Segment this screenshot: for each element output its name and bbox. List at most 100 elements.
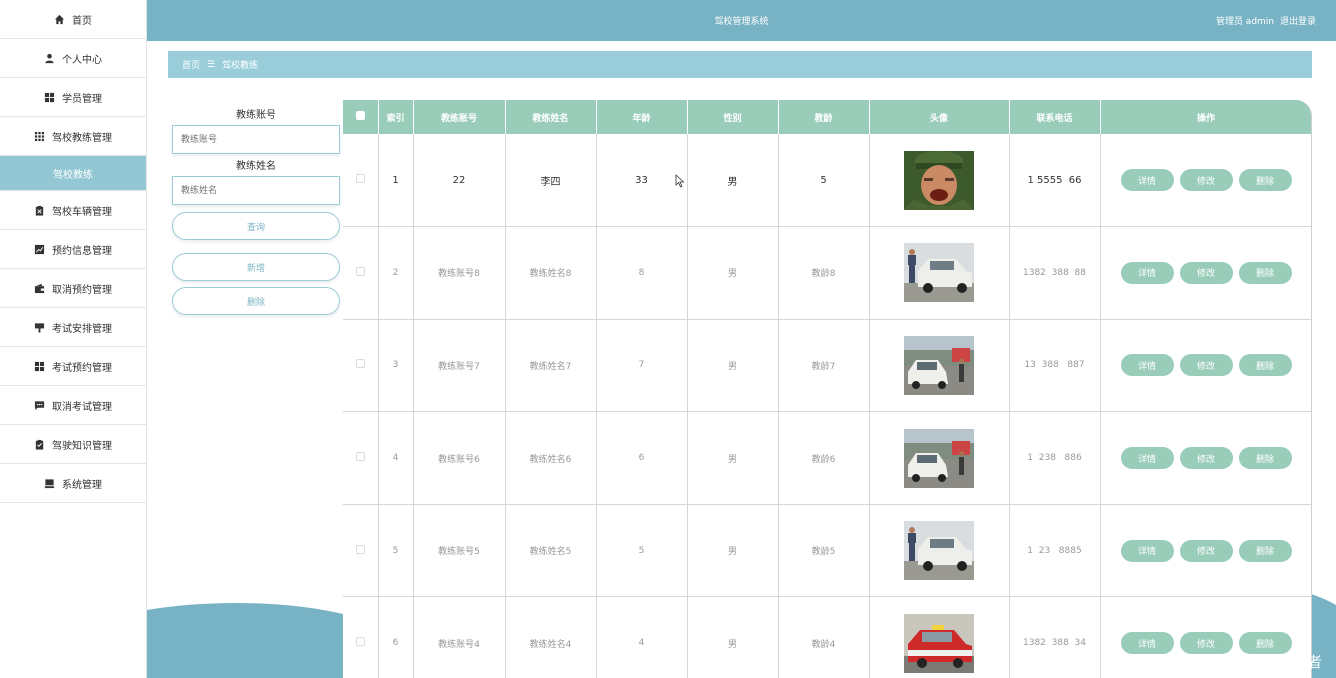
table-row[interactable]: 5 教练账号5 教练姓名5 5 男教龄5 1 23 8885 详情 修改 删除 [343, 504, 1311, 598]
cell-name: 教练姓名7 [505, 319, 597, 413]
add-button[interactable]: 新增 [172, 253, 340, 281]
account-label: 教练账号 [236, 110, 276, 121]
cell-phone: 13 388 887 [1009, 319, 1101, 413]
row-checkbox[interactable] [355, 452, 365, 462]
logout-link[interactable]: 退出登录 [1280, 14, 1316, 27]
delete-button[interactable]: 删除 [1238, 447, 1292, 470]
detail-button[interactable]: 详情 [1120, 632, 1174, 655]
row-checkbox[interactable] [355, 266, 365, 276]
select-all-checkbox-cell[interactable] [343, 100, 379, 134]
edit-button[interactable]: 修改 [1179, 447, 1233, 470]
checklist-icon [34, 439, 45, 450]
cell-index: 6 [378, 596, 414, 678]
row-checkbox-cell[interactable] [343, 134, 379, 228]
watermark-text: CSDN @疯狂行者 [1199, 653, 1322, 671]
sidebar-item-label: 驾驶知识管理 [52, 440, 112, 452]
cell-account: 22 [413, 134, 506, 228]
cell-gender: 男 [687, 411, 779, 505]
query-button[interactable]: 查询 [172, 212, 340, 240]
sidebar-item-7[interactable]: 取消预约管理 [0, 269, 146, 308]
row-checkbox[interactable] [355, 544, 365, 554]
sidebar-item-2[interactable]: 学员管理 [0, 78, 146, 117]
edit-button[interactable]: 修改 [1179, 169, 1233, 192]
sidebar-item-label: 驾校教练管理 [52, 132, 112, 144]
sidebar: 首页个人中心学员管理驾校教练管理驾校教练 驾校车辆管理 预约信息管理取消预约管理考试… [0, 0, 147, 678]
edit-button[interactable]: 修改 [1179, 539, 1233, 562]
cell-account: 教练账号5 [413, 504, 506, 598]
account-input[interactable] [172, 125, 340, 154]
cell-age: 6 [596, 411, 688, 505]
table-row[interactable]: 1 22 李四 33 男 5 1 5555 66 详情 修改 删除 [343, 134, 1311, 228]
sidebar-item-0[interactable]: 首页 [0, 0, 146, 39]
name-input[interactable] [172, 176, 340, 205]
row-checkbox[interactable] [355, 174, 365, 184]
table-row[interactable]: 6 教练账号4 教练姓名4 4 男教龄4 1382 388 34 详情 修改 删除 [343, 596, 1311, 678]
cell-name: 教练姓名4 [505, 596, 597, 678]
sidebar-item-12[interactable]: 系统管理 [0, 464, 146, 503]
cell-name: 李四 [505, 134, 597, 228]
row-checkbox-cell[interactable] [343, 411, 379, 505]
cell-avatar [869, 226, 1010, 320]
cell-phone: 1 5555 66 [1009, 134, 1101, 228]
detail-button[interactable]: 详情 [1120, 539, 1174, 562]
delete-button[interactable]: 删除 [1238, 261, 1292, 284]
cell-phone: 1382 388 88 [1009, 226, 1101, 320]
cell-index: 2 [378, 226, 414, 320]
home-icon [54, 14, 65, 25]
cell-phone: 1382 388 34 [1009, 596, 1101, 678]
table-row[interactable]: 3 教练账号7 教练姓名7 7 男教龄7 13 388 887 详情 修改 删除 [343, 319, 1311, 413]
row-checkbox[interactable] [355, 359, 365, 369]
detail-button[interactable]: 详情 [1120, 169, 1174, 192]
current-user: 管理员 admin [1215, 17, 1274, 27]
wallet-icon [34, 283, 45, 294]
sidebar-item-10[interactable]: 取消考试管理 [0, 386, 146, 425]
sidebar-item-8[interactable]: 考试安排管理 [0, 308, 146, 347]
sidebar-item-4[interactable]: 驾校教练 [0, 156, 146, 191]
row-checkbox-cell[interactable] [343, 596, 379, 678]
delete-button[interactable]: 删除 [1238, 354, 1292, 377]
batch-delete-button[interactable]: 删除 [172, 287, 340, 315]
sidebar-item-11[interactable]: 驾驶知识管理 [0, 425, 146, 464]
sidebar-item-label: 取消预约管理 [52, 284, 112, 296]
sidebar-item-3[interactable]: 驾校教练管理 [0, 117, 146, 156]
chart-icon [34, 244, 45, 255]
cell-index: 1 [378, 134, 414, 228]
table-row[interactable]: 2 教练账号8 教练姓名8 8 男教龄8 1382 388 88 详情 修改 删除 [343, 226, 1311, 320]
edit-button[interactable]: 修改 [1179, 354, 1233, 377]
sidebar-item-label: 个人中心 [62, 54, 102, 66]
column-header: 教练账号 [413, 100, 506, 134]
cell-avatar [869, 504, 1010, 598]
edit-button[interactable]: 修改 [1179, 261, 1233, 284]
cell-index: 5 [378, 504, 414, 598]
table-header-row: 索引 教练账号 教练姓名 年龄 性别 教龄 头像 联系电话 操作 [343, 100, 1311, 134]
row-checkbox-cell[interactable] [343, 226, 379, 320]
cell-avatar [869, 411, 1010, 505]
sidebar-item-9[interactable]: 考试预约管理 [0, 347, 146, 386]
delete-button[interactable]: 删除 [1238, 169, 1292, 192]
cell-teaching-age: 教龄5 [778, 504, 870, 598]
cell-phone: 1 238 886 [1009, 411, 1101, 505]
column-header: 教龄 [778, 100, 870, 134]
cell-teaching-age: 教龄4 [778, 596, 870, 678]
cell-gender: 男 [687, 319, 779, 413]
detail-button[interactable]: 详情 [1120, 261, 1174, 284]
breadcrumb-home[interactable]: 首页 [182, 58, 200, 71]
row-checkbox[interactable] [355, 637, 365, 647]
table-row[interactable]: 4 教练账号6 教练姓名6 6 男教龄6 1 238 886 详情 修改 删除 [343, 411, 1311, 505]
app-title: 驾校管理系统 [714, 17, 769, 27]
car-road-photo [904, 428, 974, 488]
cell-actions: 详情 修改 删除 [1100, 226, 1311, 320]
sidebar-item-6[interactable]: 预约信息管理 [0, 230, 146, 269]
chat-icon [34, 400, 45, 411]
sidebar-item-5[interactable]: 驾校车辆管理 [0, 191, 146, 230]
select-all-checkbox[interactable] [355, 111, 365, 120]
sidebar-item-1[interactable]: 个人中心 [0, 39, 146, 78]
cell-index: 3 [378, 319, 414, 413]
row-checkbox-cell[interactable] [343, 504, 379, 598]
delete-button[interactable]: 删除 [1238, 539, 1292, 562]
cell-actions: 详情 修改 删除 [1100, 319, 1311, 413]
row-checkbox-cell[interactable] [343, 319, 379, 413]
cell-actions: 详情 修改 删除 [1100, 504, 1311, 598]
detail-button[interactable]: 详情 [1120, 447, 1174, 470]
detail-button[interactable]: 详情 [1120, 354, 1174, 377]
